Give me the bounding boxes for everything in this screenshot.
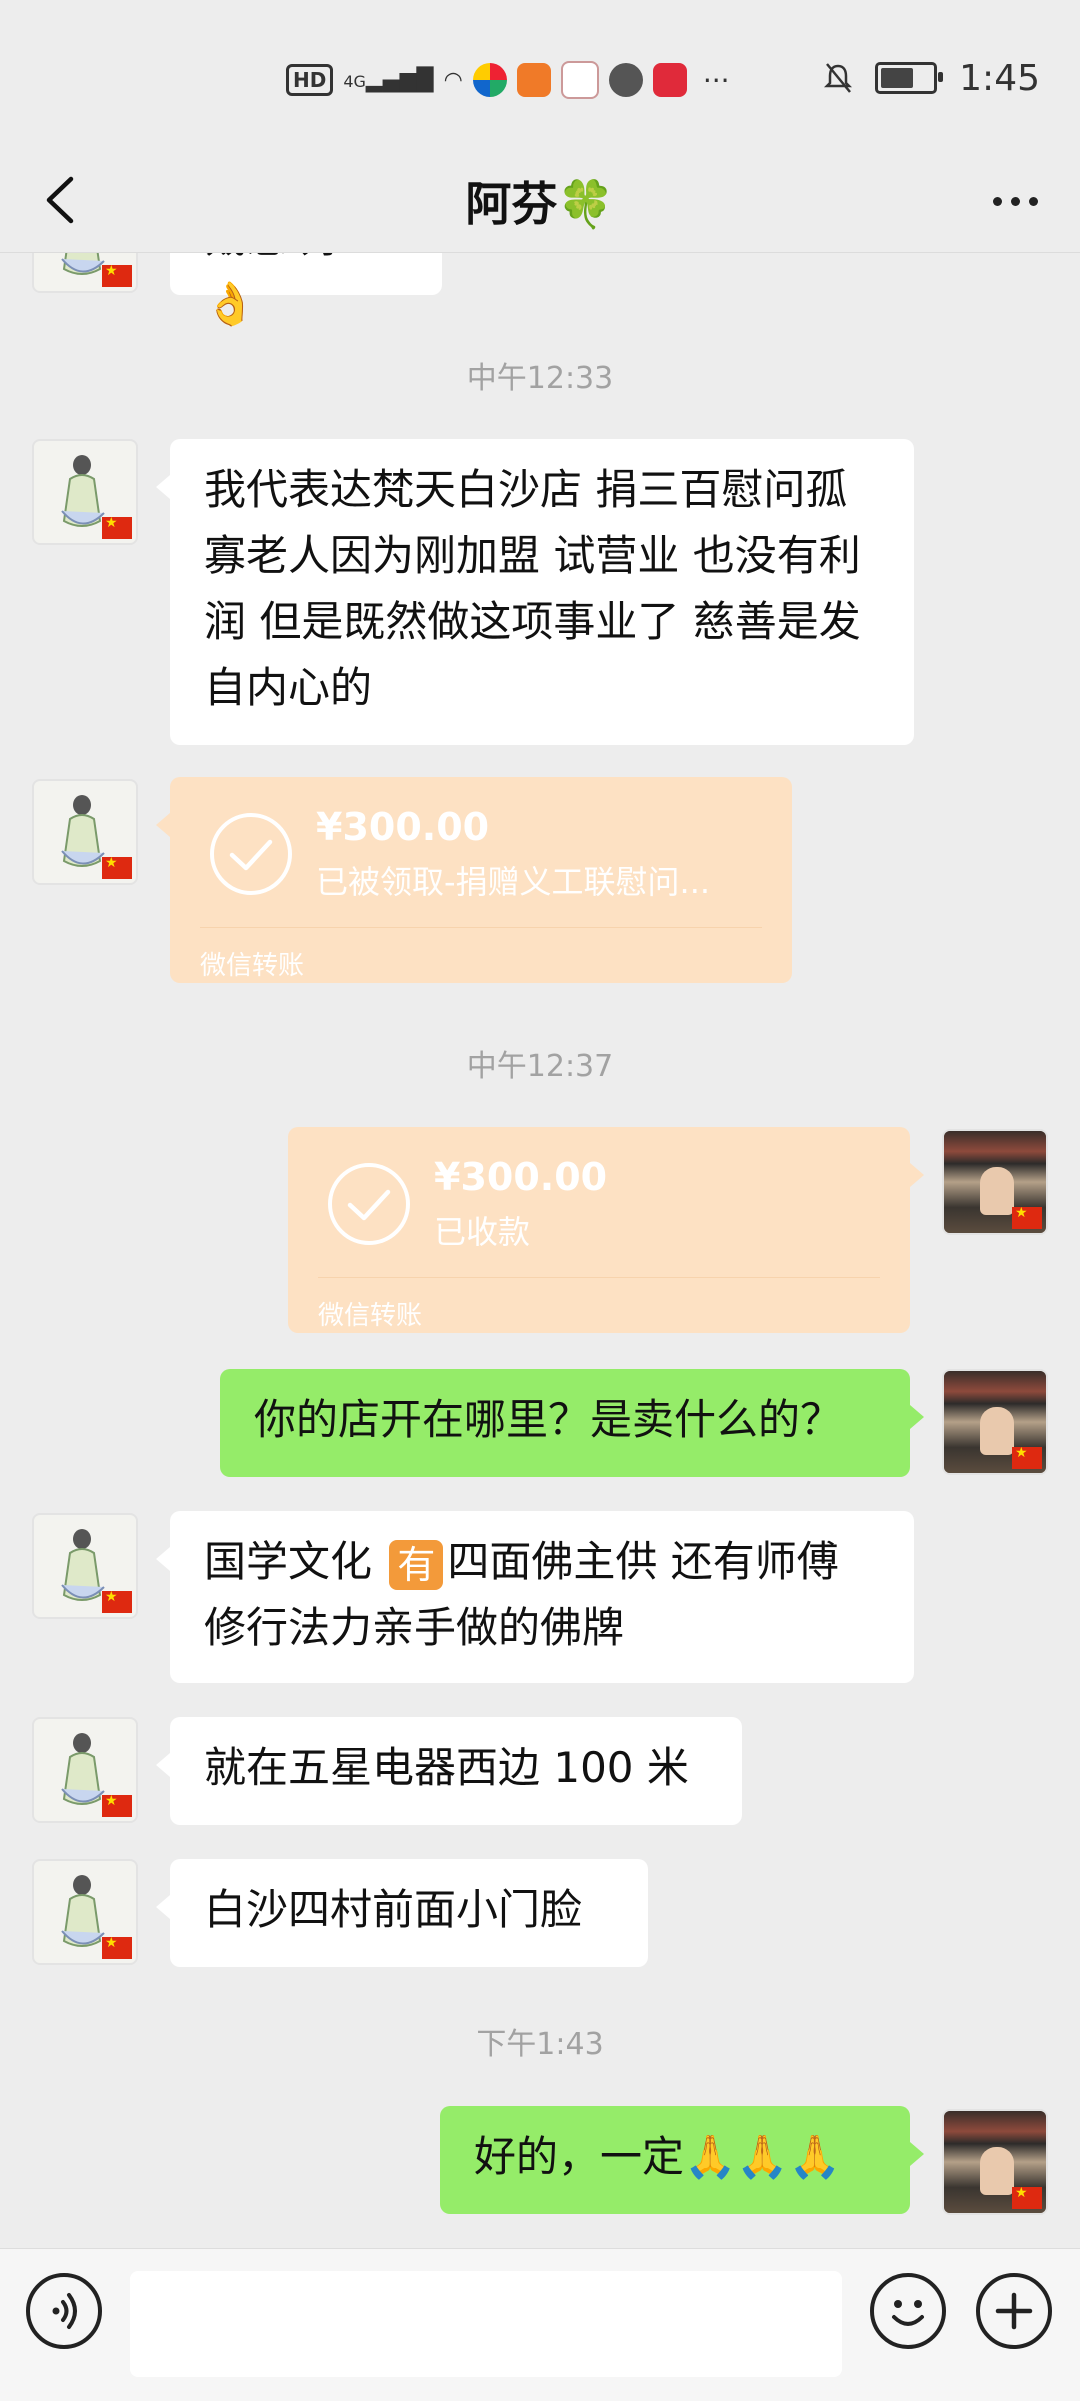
message-bubble[interactable]: 白沙四村前面小门脸 bbox=[156, 1859, 648, 1967]
timestamp: 中午12:33 bbox=[466, 361, 614, 396]
more-functions-button[interactable] bbox=[976, 2273, 1052, 2349]
my-avatar[interactable] bbox=[942, 2109, 1048, 2215]
contact-avatar[interactable] bbox=[32, 1513, 138, 1619]
chat-area[interactable]: 戴您 好 👌 中午12:33 我代表达梵天白沙店 捐三百慰问孤寡老人因为刚加盟 … bbox=[0, 253, 1080, 2248]
message-text: 戴您 好 👌 bbox=[204, 253, 343, 328]
battery-icon bbox=[875, 62, 944, 94]
contact-avatar[interactable] bbox=[32, 1859, 138, 1965]
message-bubble[interactable]: 好的，一定🙏🙏🙏 bbox=[440, 2106, 924, 2214]
flag-icon bbox=[102, 855, 132, 879]
timestamp: 中午12:37 bbox=[466, 1049, 614, 1084]
clock: 1:45 bbox=[959, 57, 1040, 99]
plus-icon bbox=[995, 2292, 1033, 2330]
clover-emoji: 🍀 bbox=[557, 177, 615, 231]
input-bar bbox=[0, 2248, 1080, 2401]
you-emoji-icon: 有 bbox=[389, 1539, 444, 1590]
message-text: 国学文化 bbox=[204, 1537, 373, 1586]
flag-icon bbox=[1012, 1205, 1042, 1229]
status-bar: HD 4G▂▄▆█ ◠ ··· 1:45 bbox=[0, 0, 1080, 150]
avatar-person bbox=[980, 2147, 1014, 2195]
message-text: 就在五星电器西边 100 米 bbox=[204, 1743, 689, 1792]
wechat-transfer-card[interactable]: ¥300.00 已收款 微信转账 bbox=[288, 1127, 924, 1333]
network-type: 4G bbox=[343, 71, 366, 91]
message-text: 好的，一定🙏🙏🙏 bbox=[474, 2132, 841, 2181]
wifi-icon: ◠ bbox=[443, 67, 463, 93]
hd-icon: HD bbox=[286, 64, 334, 96]
check-circle-icon bbox=[328, 1163, 410, 1245]
shop-app-icon bbox=[560, 61, 599, 99]
flag-icon bbox=[1012, 2185, 1042, 2209]
contact-avatar[interactable] bbox=[32, 779, 138, 885]
flag-icon bbox=[102, 1793, 132, 1817]
video-app-icon bbox=[516, 63, 551, 97]
message-bubble[interactable]: 国学文化 有四面佛主供 还有师傅修行法力亲手做的佛牌 bbox=[156, 1511, 914, 1683]
message-bubble[interactable]: 戴您 好 👌 bbox=[170, 253, 442, 328]
dot-icon bbox=[992, 196, 1002, 206]
red-app-icon bbox=[652, 63, 687, 97]
message-bubble[interactable]: 你的店开在哪里？是卖什么的？ bbox=[220, 1369, 924, 1477]
wechat-transfer-card[interactable]: ¥300.00 已被领取-捐赠义工联慰问... 微信转账 bbox=[156, 777, 792, 983]
flag-icon bbox=[102, 1589, 132, 1613]
chat-header: 阿芬🍀 bbox=[0, 150, 1080, 253]
transfer-status: 已收款 bbox=[434, 1213, 531, 1251]
emoji-button[interactable] bbox=[870, 2273, 946, 2349]
message-text: 我代表达梵天白沙店 捐三百慰问孤寡老人因为刚加盟 试营业 也没有利润 但是既然做… bbox=[204, 465, 861, 712]
transfer-status: 已被领取-捐赠义工联慰问... bbox=[316, 863, 711, 901]
flag-icon bbox=[102, 263, 132, 287]
voice-icon bbox=[52, 2293, 77, 2329]
message-input[interactable] bbox=[130, 2271, 842, 2377]
transfer-amount: ¥300.00 bbox=[316, 805, 490, 849]
app-notification-icon bbox=[472, 63, 507, 97]
transfer-footer: 微信转账 bbox=[318, 1301, 423, 1331]
dot-icon bbox=[1010, 196, 1020, 206]
contact-avatar[interactable] bbox=[32, 1717, 138, 1823]
check-circle-icon bbox=[210, 813, 292, 895]
chat-title: 阿芬🍀 bbox=[0, 168, 1080, 234]
my-avatar[interactable] bbox=[942, 1129, 1048, 1235]
smiley-icon bbox=[892, 2300, 924, 2326]
contact-name: 阿芬 bbox=[465, 177, 558, 231]
flag-icon bbox=[102, 515, 132, 539]
dot-icon bbox=[1028, 196, 1038, 206]
contact-avatar[interactable] bbox=[32, 253, 138, 293]
status-left-icons: HD 4G▂▄▆█ ◠ ··· bbox=[286, 58, 730, 102]
more-options-button[interactable] bbox=[980, 174, 1050, 228]
mute-bell-icon bbox=[824, 63, 853, 93]
more-notifications-icon: ··· bbox=[702, 63, 730, 97]
status-right-icons: 1:45 bbox=[823, 56, 1040, 100]
divider bbox=[200, 927, 762, 928]
divider bbox=[318, 1277, 880, 1278]
avatar-person bbox=[980, 1167, 1014, 1215]
message-bubble[interactable]: 就在五星电器西边 100 米 bbox=[156, 1717, 742, 1825]
aperture-app-icon bbox=[608, 63, 643, 97]
contact-avatar[interactable] bbox=[32, 439, 138, 545]
message-text: 你的店开在哪里？是卖什么的？ bbox=[254, 1395, 843, 1444]
message-text: 白沙四村前面小门脸 bbox=[204, 1885, 583, 1934]
my-avatar[interactable] bbox=[942, 1369, 1048, 1475]
timestamp: 下午1:43 bbox=[476, 2027, 604, 2062]
avatar-person bbox=[980, 1407, 1014, 1455]
flag-icon bbox=[1012, 1445, 1042, 1469]
transfer-footer: 微信转账 bbox=[200, 951, 305, 981]
signal-icon: 4G▂▄▆█ bbox=[343, 67, 434, 93]
voice-input-button[interactable] bbox=[26, 2273, 102, 2349]
transfer-amount: ¥300.00 bbox=[434, 1155, 608, 1199]
flag-icon bbox=[102, 1935, 132, 1959]
message-bubble[interactable]: 我代表达梵天白沙店 捐三百慰问孤寡老人因为刚加盟 试营业 也没有利润 但是既然做… bbox=[156, 439, 914, 745]
